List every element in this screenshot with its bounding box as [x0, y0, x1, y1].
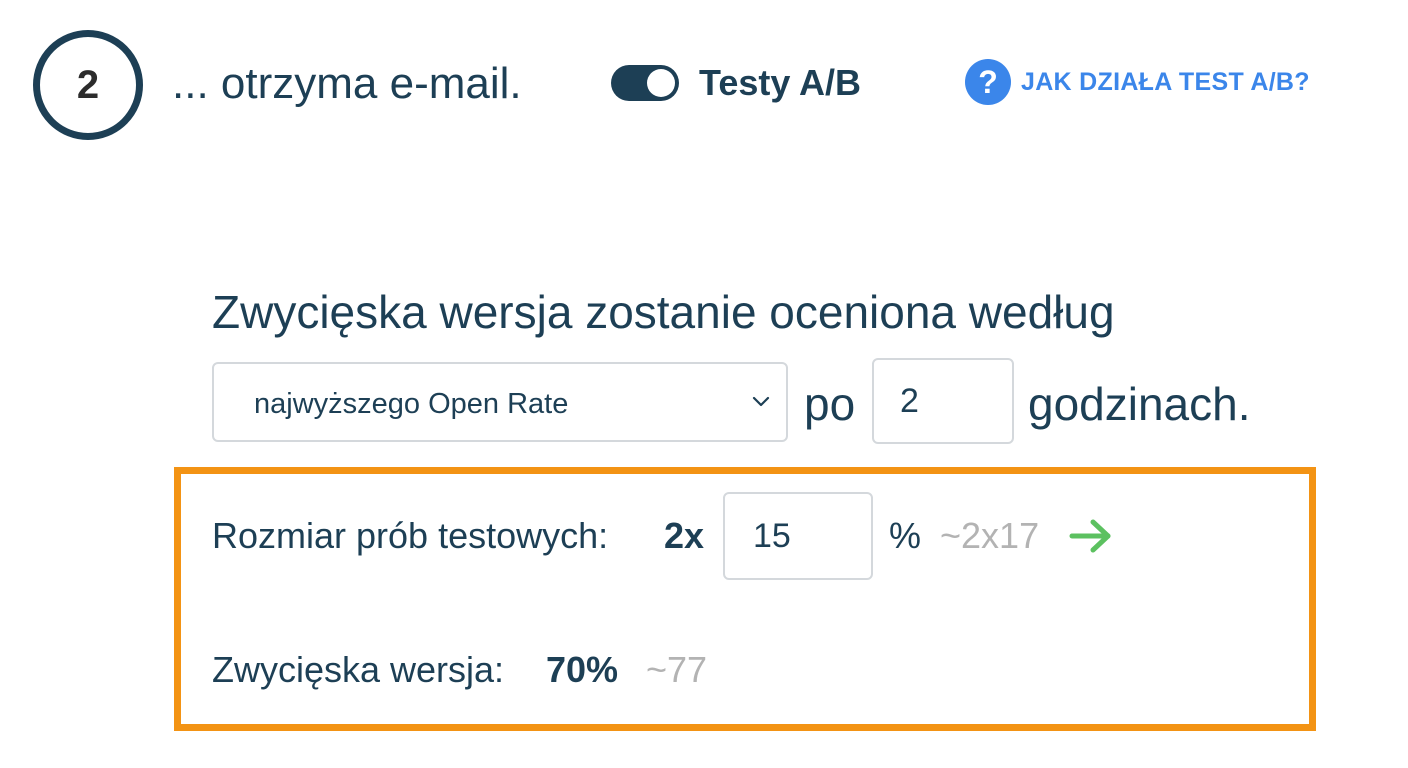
po-label: po — [804, 378, 856, 430]
winner-criteria-heading: Zwycięska wersja zostanie oceniona wedłu… — [212, 286, 1115, 338]
toggle-knob — [647, 69, 675, 97]
sample-percent-sign: % — [889, 515, 922, 556]
question-circle-icon: ? — [965, 59, 1011, 105]
step-title: ... otrzyma e-mail. — [172, 59, 522, 108]
sample-size-estimate: ~2x17 — [940, 515, 1040, 556]
winner-metric-select[interactable]: najwyższego Open Rate — [212, 362, 788, 442]
winner-version-estimate: ~77 — [646, 649, 708, 690]
hours-suffix-label: godzinach. — [1028, 378, 1251, 430]
help-link-label: JAK DZIAŁA TEST A/B? — [1021, 67, 1310, 96]
winner-metric-selected-value: najwyższego Open Rate — [254, 388, 569, 420]
arrow-right-icon — [1069, 519, 1111, 553]
step-number-badge: 2 — [33, 30, 143, 140]
ab-test-help-link[interactable]: ? JAK DZIAŁA TEST A/B? — [965, 59, 1310, 105]
ab-test-toggle[interactable] — [611, 65, 679, 101]
sample-size-label: Rozmiar prób testowych: — [212, 515, 609, 556]
winner-version-label: Zwycięska wersja: — [212, 649, 505, 690]
evaluation-hours-input[interactable] — [872, 358, 1014, 444]
chevron-down-icon — [752, 396, 770, 407]
ab-test-toggle-label: Testy A/B — [699, 62, 862, 103]
winner-version-percent: 70% — [546, 649, 619, 690]
sample-multiplier: 2x — [664, 515, 705, 556]
ab-test-settings-panel: 2 ... otrzyma e-mail. Testy A/B ? JAK DZ… — [0, 0, 1408, 768]
sample-percent-input[interactable] — [723, 492, 873, 580]
